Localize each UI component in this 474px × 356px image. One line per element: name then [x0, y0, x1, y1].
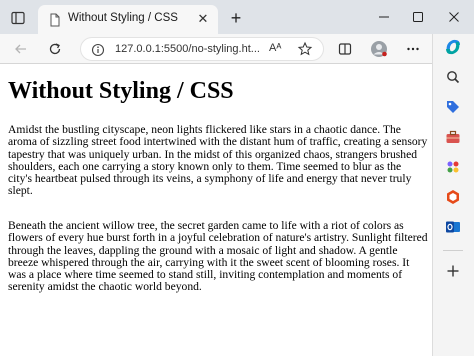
- add-sidebar-app-icon[interactable]: [442, 260, 464, 282]
- tab-title: Without Styling / CSS: [68, 12, 178, 24]
- browser-window: Without Styling / CSS ✕ + 127.0.0.1:5500…: [0, 0, 474, 356]
- page-heading: Without Styling / CSS: [8, 78, 234, 104]
- favorite-star-icon[interactable]: [297, 41, 313, 57]
- tools-briefcase-icon[interactable]: [442, 126, 464, 148]
- close-window-icon[interactable]: [442, 6, 466, 28]
- sidebar-divider: [443, 250, 463, 251]
- tab-active[interactable]: Without Styling / CSS ✕: [38, 5, 218, 34]
- paragraph-garden: Beneath the ancient willow tree, the sec…: [8, 219, 428, 294]
- site-info-icon[interactable]: [91, 43, 105, 57]
- read-aloud-icon[interactable]: Aᴬ: [269, 42, 281, 54]
- profile-avatar-icon[interactable]: [368, 38, 390, 60]
- page-viewport: Without Styling / CSS Amidst the bustlin…: [0, 64, 432, 356]
- shopping-tag-icon[interactable]: [442, 96, 464, 118]
- split-screen-icon[interactable]: [334, 38, 356, 60]
- refresh-icon[interactable]: [44, 38, 66, 60]
- edge-sidebar: [432, 34, 474, 356]
- title-bar: Without Styling / CSS ✕ +: [0, 0, 474, 34]
- more-options-icon[interactable]: [402, 38, 424, 60]
- address-url: 127.0.0.1:5500/no-styling.ht...: [115, 43, 260, 55]
- back-icon[interactable]: [10, 38, 32, 60]
- paragraph-city: Amidst the bustling cityscape, neon ligh…: [8, 123, 428, 198]
- navigation-toolbar: 127.0.0.1:5500/no-styling.ht... Aᴬ: [0, 34, 474, 64]
- maximize-icon[interactable]: [406, 6, 430, 28]
- tab-close-icon[interactable]: ✕: [194, 10, 212, 28]
- new-tab-icon[interactable]: +: [226, 8, 246, 28]
- page-favicon-icon: [48, 13, 62, 27]
- search-icon[interactable]: [442, 66, 464, 88]
- tab-actions-icon[interactable]: [8, 8, 28, 28]
- address-bar[interactable]: 127.0.0.1:5500/no-styling.ht... Aᴬ: [80, 37, 324, 61]
- microsoft-365-icon[interactable]: [442, 186, 464, 208]
- outlook-icon[interactable]: [442, 216, 464, 238]
- copilot-icon[interactable]: [442, 36, 464, 58]
- games-icon[interactable]: [442, 156, 464, 178]
- minimize-icon[interactable]: [372, 6, 396, 28]
